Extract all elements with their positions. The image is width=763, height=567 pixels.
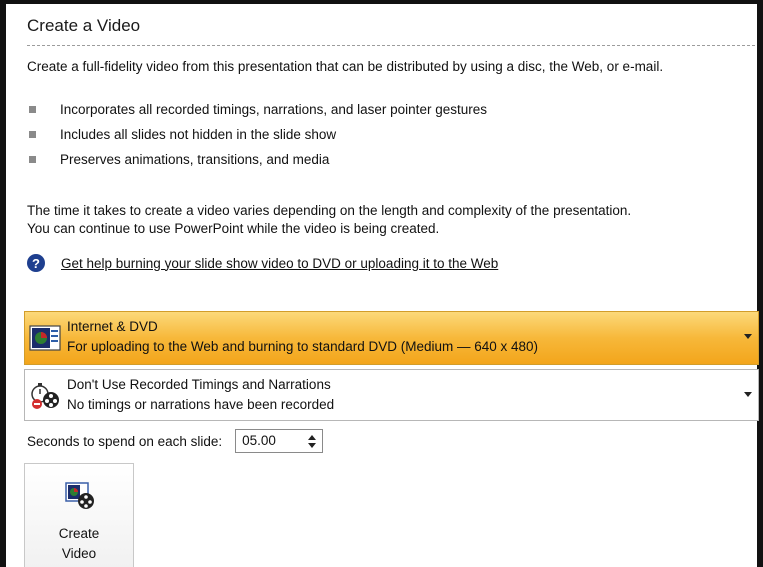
window-border-left	[0, 0, 6, 567]
quality-subtitle: For uploading to the Web and burning to …	[67, 339, 539, 354]
list-item: Preserves animations, transitions, and m…	[27, 151, 487, 176]
create-video-button[interactable]: Create Video	[24, 463, 134, 567]
create-video-label-line-1: Create	[58, 526, 100, 541]
create-video-icon	[65, 482, 94, 509]
time-note-line-1: The time it takes to create a video vari…	[27, 203, 632, 218]
seconds-stepper[interactable]: 05.00	[235, 429, 324, 453]
page-title: Create a Video	[27, 16, 141, 35]
bullet-square-icon	[29, 131, 36, 138]
stopwatch-film-icon	[31, 383, 59, 409]
time-note-line-2: You can continue to use PowerPoint while…	[27, 221, 440, 236]
bullet-square-icon	[29, 156, 36, 163]
description-text: Create a full-fidelity video from this p…	[27, 59, 664, 74]
list-item-text: Preserves animations, transitions, and m…	[60, 152, 330, 167]
stepper-up-icon[interactable]	[308, 435, 317, 440]
list-item: Incorporates all recorded timings, narra…	[27, 101, 487, 126]
seconds-input[interactable]: 05.00	[242, 433, 276, 448]
chevron-down-icon	[744, 334, 752, 339]
title-divider	[27, 45, 755, 46]
monitor-slide-icon	[29, 325, 61, 351]
list-item-text: Incorporates all recorded timings, narra…	[60, 102, 487, 117]
list-item-text: Includes all slides not hidden in the sl…	[60, 127, 337, 142]
help-question-icon[interactable]: ?	[27, 254, 45, 272]
timings-title: Don't Use Recorded Timings and Narration…	[67, 377, 331, 392]
video-quality-dropdown[interactable]: Internet & DVD For uploading to the Web …	[24, 311, 759, 365]
timings-subtitle: No timings or narrations have been recor…	[67, 397, 335, 412]
seconds-row: Seconds to spend on each slide: 05.00	[27, 428, 324, 454]
window-border-right	[757, 0, 763, 567]
bullet-square-icon	[29, 106, 36, 113]
help-link[interactable]: Get help burning your slide show video t…	[61, 256, 498, 271]
create-video-label: Create Video	[25, 524, 133, 564]
create-video-label-line-2: Video	[61, 546, 97, 561]
stepper-down-icon[interactable]	[308, 443, 317, 448]
time-note: The time it takes to create a video vari…	[27, 202, 757, 238]
list-item: Includes all slides not hidden in the sl…	[27, 126, 487, 151]
timings-dropdown[interactable]: Don't Use Recorded Timings and Narration…	[24, 369, 759, 421]
window-border-top	[0, 0, 763, 4]
seconds-label: Seconds to spend on each slide:	[27, 433, 223, 449]
chevron-down-icon	[744, 392, 752, 397]
help-row: ? Get help burning your slide show video…	[27, 253, 498, 273]
feature-list: Incorporates all recorded timings, narra…	[27, 101, 487, 176]
quality-title: Internet & DVD	[67, 319, 158, 334]
